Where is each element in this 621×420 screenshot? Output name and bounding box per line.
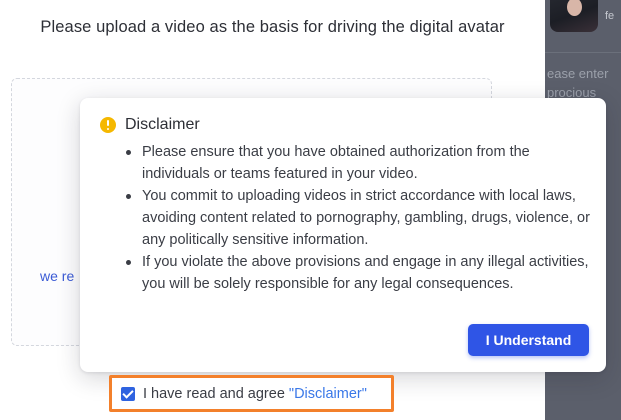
disclaimer-title: Disclaimer (125, 116, 200, 133)
disclaimer-link[interactable]: "Disclaimer" (289, 386, 367, 402)
right-pane-divider (545, 52, 621, 53)
app-root: Please upload a video as the basis for d… (0, 0, 621, 420)
agreement-row: I have read and agree "Disclaimer" (109, 375, 394, 412)
avatar (550, 0, 598, 32)
disclaimer-item: You commit to uploading videos in strict… (124, 185, 594, 251)
disclaimer-header: Disclaimer (100, 115, 200, 135)
agreement-label: I have read and agree (143, 385, 289, 402)
disclaimer-popover: Disclaimer Please ensure that you have o… (80, 98, 606, 372)
disclaimer-item: If you violate the above provisions and … (124, 251, 594, 295)
disclaimer-item: Please ensure that you have obtained aut… (124, 141, 594, 185)
agreement-text: I have read and agree "Disclaimer" (143, 386, 367, 402)
avatar-name-fragment: fe (605, 10, 615, 22)
i-understand-button[interactable]: I Understand (468, 324, 589, 356)
text-input-placeholder-fragment[interactable]: ease enter procious (547, 64, 621, 102)
upload-title: Please upload a video as the basis for d… (40, 18, 505, 36)
disclaimer-list: Please ensure that you have obtained aut… (124, 141, 594, 295)
warning-circle-icon (100, 117, 116, 133)
agree-checkbox[interactable] (121, 386, 135, 401)
dropzone-hint: we re (40, 268, 75, 284)
placeholder-line-1: ease enter (547, 66, 609, 81)
